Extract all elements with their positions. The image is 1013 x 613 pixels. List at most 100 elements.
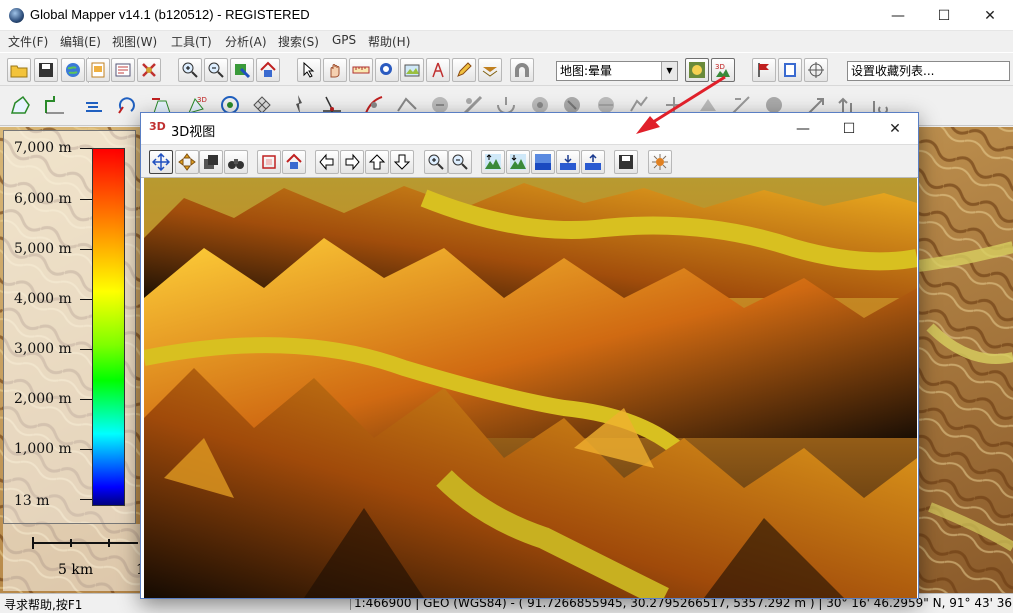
3d-view-minimize-button[interactable]: — bbox=[780, 113, 826, 144]
arrow-up-icon[interactable] bbox=[365, 150, 389, 174]
zoom-in-icon[interactable] bbox=[424, 150, 448, 174]
pan-icon[interactable] bbox=[175, 150, 199, 174]
3d-view-window[interactable]: 3D 3D视图 — ☐ ✕ bbox=[140, 112, 919, 599]
create-area-icon[interactable] bbox=[7, 91, 35, 119]
legend-tick bbox=[80, 199, 92, 200]
menu-analysis[interactable]: 分析(A) bbox=[225, 33, 267, 50]
svg-text:3D: 3D bbox=[715, 63, 725, 71]
legend-label-6000: 6,000 m bbox=[14, 191, 72, 207]
scale-bar: 5 km 1 bbox=[3, 524, 145, 591]
legend-tick bbox=[80, 449, 92, 450]
3d-terrain-render bbox=[144, 178, 917, 598]
arrow-left-icon[interactable] bbox=[315, 150, 339, 174]
tunnel-icon[interactable] bbox=[510, 58, 534, 82]
legend-tick bbox=[80, 399, 92, 400]
3d-view-app-icon: 3D bbox=[149, 120, 166, 133]
rotate-feature-icon[interactable] bbox=[113, 91, 141, 119]
elevation-legend: 7,000 m 6,000 m 5,000 m 4,000 m 3,000 m … bbox=[3, 130, 136, 524]
legend-label-13: 13 m bbox=[14, 493, 50, 509]
pan-icon[interactable] bbox=[323, 58, 347, 82]
3d-terrain-canvas[interactable] bbox=[144, 178, 917, 598]
tower-icon[interactable] bbox=[426, 58, 450, 82]
3d-view-close-button[interactable]: ✕ bbox=[872, 113, 918, 144]
search-icon[interactable] bbox=[375, 58, 399, 82]
title-bar: Global Mapper v14.1 (b120512) - REGISTER… bbox=[0, 0, 1013, 31]
menu-view[interactable]: 视图(W) bbox=[112, 33, 157, 50]
globe-icon[interactable] bbox=[61, 58, 85, 82]
edit-vertex-icon[interactable] bbox=[80, 91, 108, 119]
menu-gps[interactable]: GPS bbox=[332, 33, 356, 47]
print-icon[interactable] bbox=[86, 58, 110, 82]
arrow-down-icon[interactable] bbox=[390, 150, 414, 174]
legend-label-5000: 5,000 m bbox=[14, 241, 72, 257]
save-icon[interactable] bbox=[34, 58, 58, 82]
settings-icon[interactable] bbox=[648, 150, 672, 174]
window-title: Global Mapper v14.1 (b120512) - REGISTER… bbox=[30, 7, 310, 22]
app-globe-icon bbox=[9, 8, 24, 23]
elevation-color-bar bbox=[92, 148, 125, 506]
legend-label-2000: 2,000 m bbox=[14, 391, 72, 407]
menu-search[interactable]: 搜索(S) bbox=[278, 33, 319, 50]
save-icon[interactable] bbox=[614, 150, 638, 174]
layer-combo-value: 地图:晕暈 bbox=[560, 64, 613, 78]
legend-tick bbox=[80, 499, 92, 500]
menu-bar: 文件(F) 编辑(E) 视图(W) 工具(T) 分析(A) 搜索(S) GPS … bbox=[0, 31, 1013, 50]
zoom-in-icon[interactable] bbox=[178, 58, 202, 82]
scale-bar-ruler bbox=[32, 537, 138, 549]
shade-icon[interactable] bbox=[400, 58, 424, 82]
zoom-out-icon[interactable] bbox=[204, 58, 228, 82]
zoom-out-icon[interactable] bbox=[448, 150, 472, 174]
zoom-full-icon[interactable] bbox=[230, 58, 254, 82]
target-icon[interactable] bbox=[804, 58, 828, 82]
scale-bar-label: 5 km bbox=[58, 562, 94, 578]
arrow-right-icon[interactable] bbox=[340, 150, 364, 174]
chevron-down-icon[interactable]: ▼ bbox=[661, 62, 677, 80]
water-up-icon[interactable] bbox=[581, 150, 605, 174]
binoculars-icon[interactable] bbox=[224, 150, 248, 174]
terrain-down-icon[interactable] bbox=[506, 150, 530, 174]
main-toolbar: 地图:晕暈 ▼ 3D 设置收藏列表... bbox=[0, 52, 1013, 86]
bookmark-icon[interactable] bbox=[778, 58, 802, 82]
favorites-combo-value: 设置收藏列表... bbox=[851, 64, 935, 78]
frame-icon[interactable] bbox=[257, 150, 281, 174]
select-icon[interactable] bbox=[297, 58, 321, 82]
measure-icon[interactable] bbox=[349, 58, 373, 82]
export-icon[interactable] bbox=[111, 58, 135, 82]
3d-view-icon[interactable]: 3D bbox=[711, 58, 735, 82]
legend-label-1000: 1,000 m bbox=[14, 441, 72, 457]
menu-file[interactable]: 文件(F) bbox=[8, 33, 48, 50]
close-button[interactable]: ✕ bbox=[967, 0, 1013, 31]
menu-tools[interactable]: 工具(T) bbox=[171, 33, 212, 50]
legend-label-3000: 3,000 m bbox=[14, 341, 72, 357]
create-line-icon[interactable] bbox=[41, 91, 69, 119]
legend-label-7000: 7,000 m bbox=[14, 140, 72, 156]
water-icon[interactable] bbox=[531, 150, 555, 174]
legend-label-4000: 4,000 m bbox=[14, 291, 72, 307]
render-icon[interactable] bbox=[199, 150, 223, 174]
flag-icon[interactable] bbox=[752, 58, 776, 82]
layer-icon[interactable] bbox=[478, 58, 502, 82]
legend-tick bbox=[80, 249, 92, 250]
home-icon[interactable] bbox=[282, 150, 306, 174]
3d-view-title-bar[interactable]: 3D 3D视图 — ☐ ✕ bbox=[141, 113, 918, 144]
minimize-button[interactable]: — bbox=[875, 0, 921, 31]
3d-view-title: 3D视图 bbox=[171, 125, 216, 140]
legend-tick bbox=[80, 148, 92, 149]
menu-help[interactable]: 帮助(H) bbox=[368, 33, 410, 50]
3d-view-toolbar bbox=[141, 144, 918, 178]
menu-edit[interactable]: 编辑(E) bbox=[60, 33, 101, 50]
terrain-up-icon[interactable] bbox=[481, 150, 505, 174]
status-help-text: 寻求帮助,按F1 bbox=[4, 598, 83, 612]
layer-combo[interactable]: 地图:晕暈 ▼ bbox=[556, 61, 678, 81]
move-icon[interactable] bbox=[149, 150, 173, 174]
legend-tick bbox=[80, 299, 92, 300]
edit-icon[interactable] bbox=[452, 58, 476, 82]
water-down-icon[interactable] bbox=[556, 150, 580, 174]
maximize-button[interactable]: ☐ bbox=[921, 0, 967, 31]
config-icon[interactable] bbox=[137, 58, 161, 82]
favorites-combo[interactable]: 设置收藏列表... bbox=[847, 61, 1010, 81]
home-icon[interactable] bbox=[256, 58, 280, 82]
overlay-icon[interactable] bbox=[685, 58, 709, 82]
3d-view-maximize-button[interactable]: ☐ bbox=[826, 113, 872, 144]
open-folder-icon[interactable] bbox=[7, 58, 31, 82]
